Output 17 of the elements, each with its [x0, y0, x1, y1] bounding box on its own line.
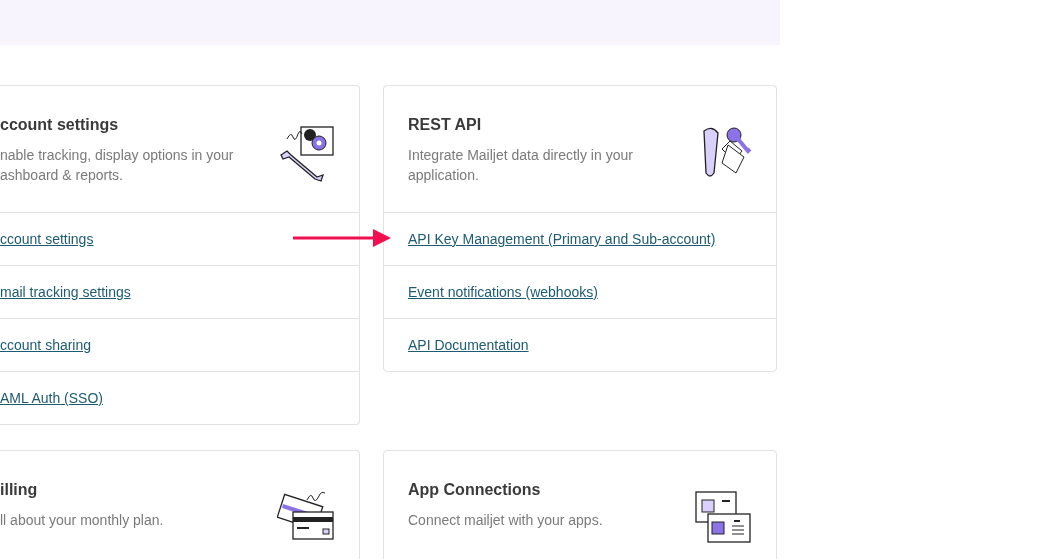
card-title: App Connections: [408, 480, 542, 500]
card-title: ccount settings: [0, 115, 120, 135]
card-title: REST API: [408, 115, 483, 135]
credit-cards-icon: [277, 490, 335, 542]
puzzle-cards-icon: [694, 490, 752, 544]
card-description: Connect mailjet with your apps.: [408, 511, 604, 530]
card-title: illing: [0, 480, 39, 500]
settings-link[interactable]: API Documentation: [408, 337, 529, 353]
settings-link[interactable]: API Key Management (Primary and Sub-account): [408, 231, 716, 247]
card-description: Integrate Mailjet data directly in your application.: [408, 146, 634, 185]
card-description: nable tracking, display options in your ashboard & reports.: [0, 146, 235, 185]
settings-link[interactable]: ccount settings: [0, 231, 94, 247]
settings-link[interactable]: mail tracking settings: [0, 284, 131, 300]
settings-link[interactable]: ccount sharing: [0, 337, 92, 353]
card-description: ll about your monthly plan.: [0, 511, 165, 530]
settings-link[interactable]: AML Auth (SSO): [0, 390, 103, 406]
settings-link[interactable]: Event notifications (webhooks): [408, 284, 598, 300]
